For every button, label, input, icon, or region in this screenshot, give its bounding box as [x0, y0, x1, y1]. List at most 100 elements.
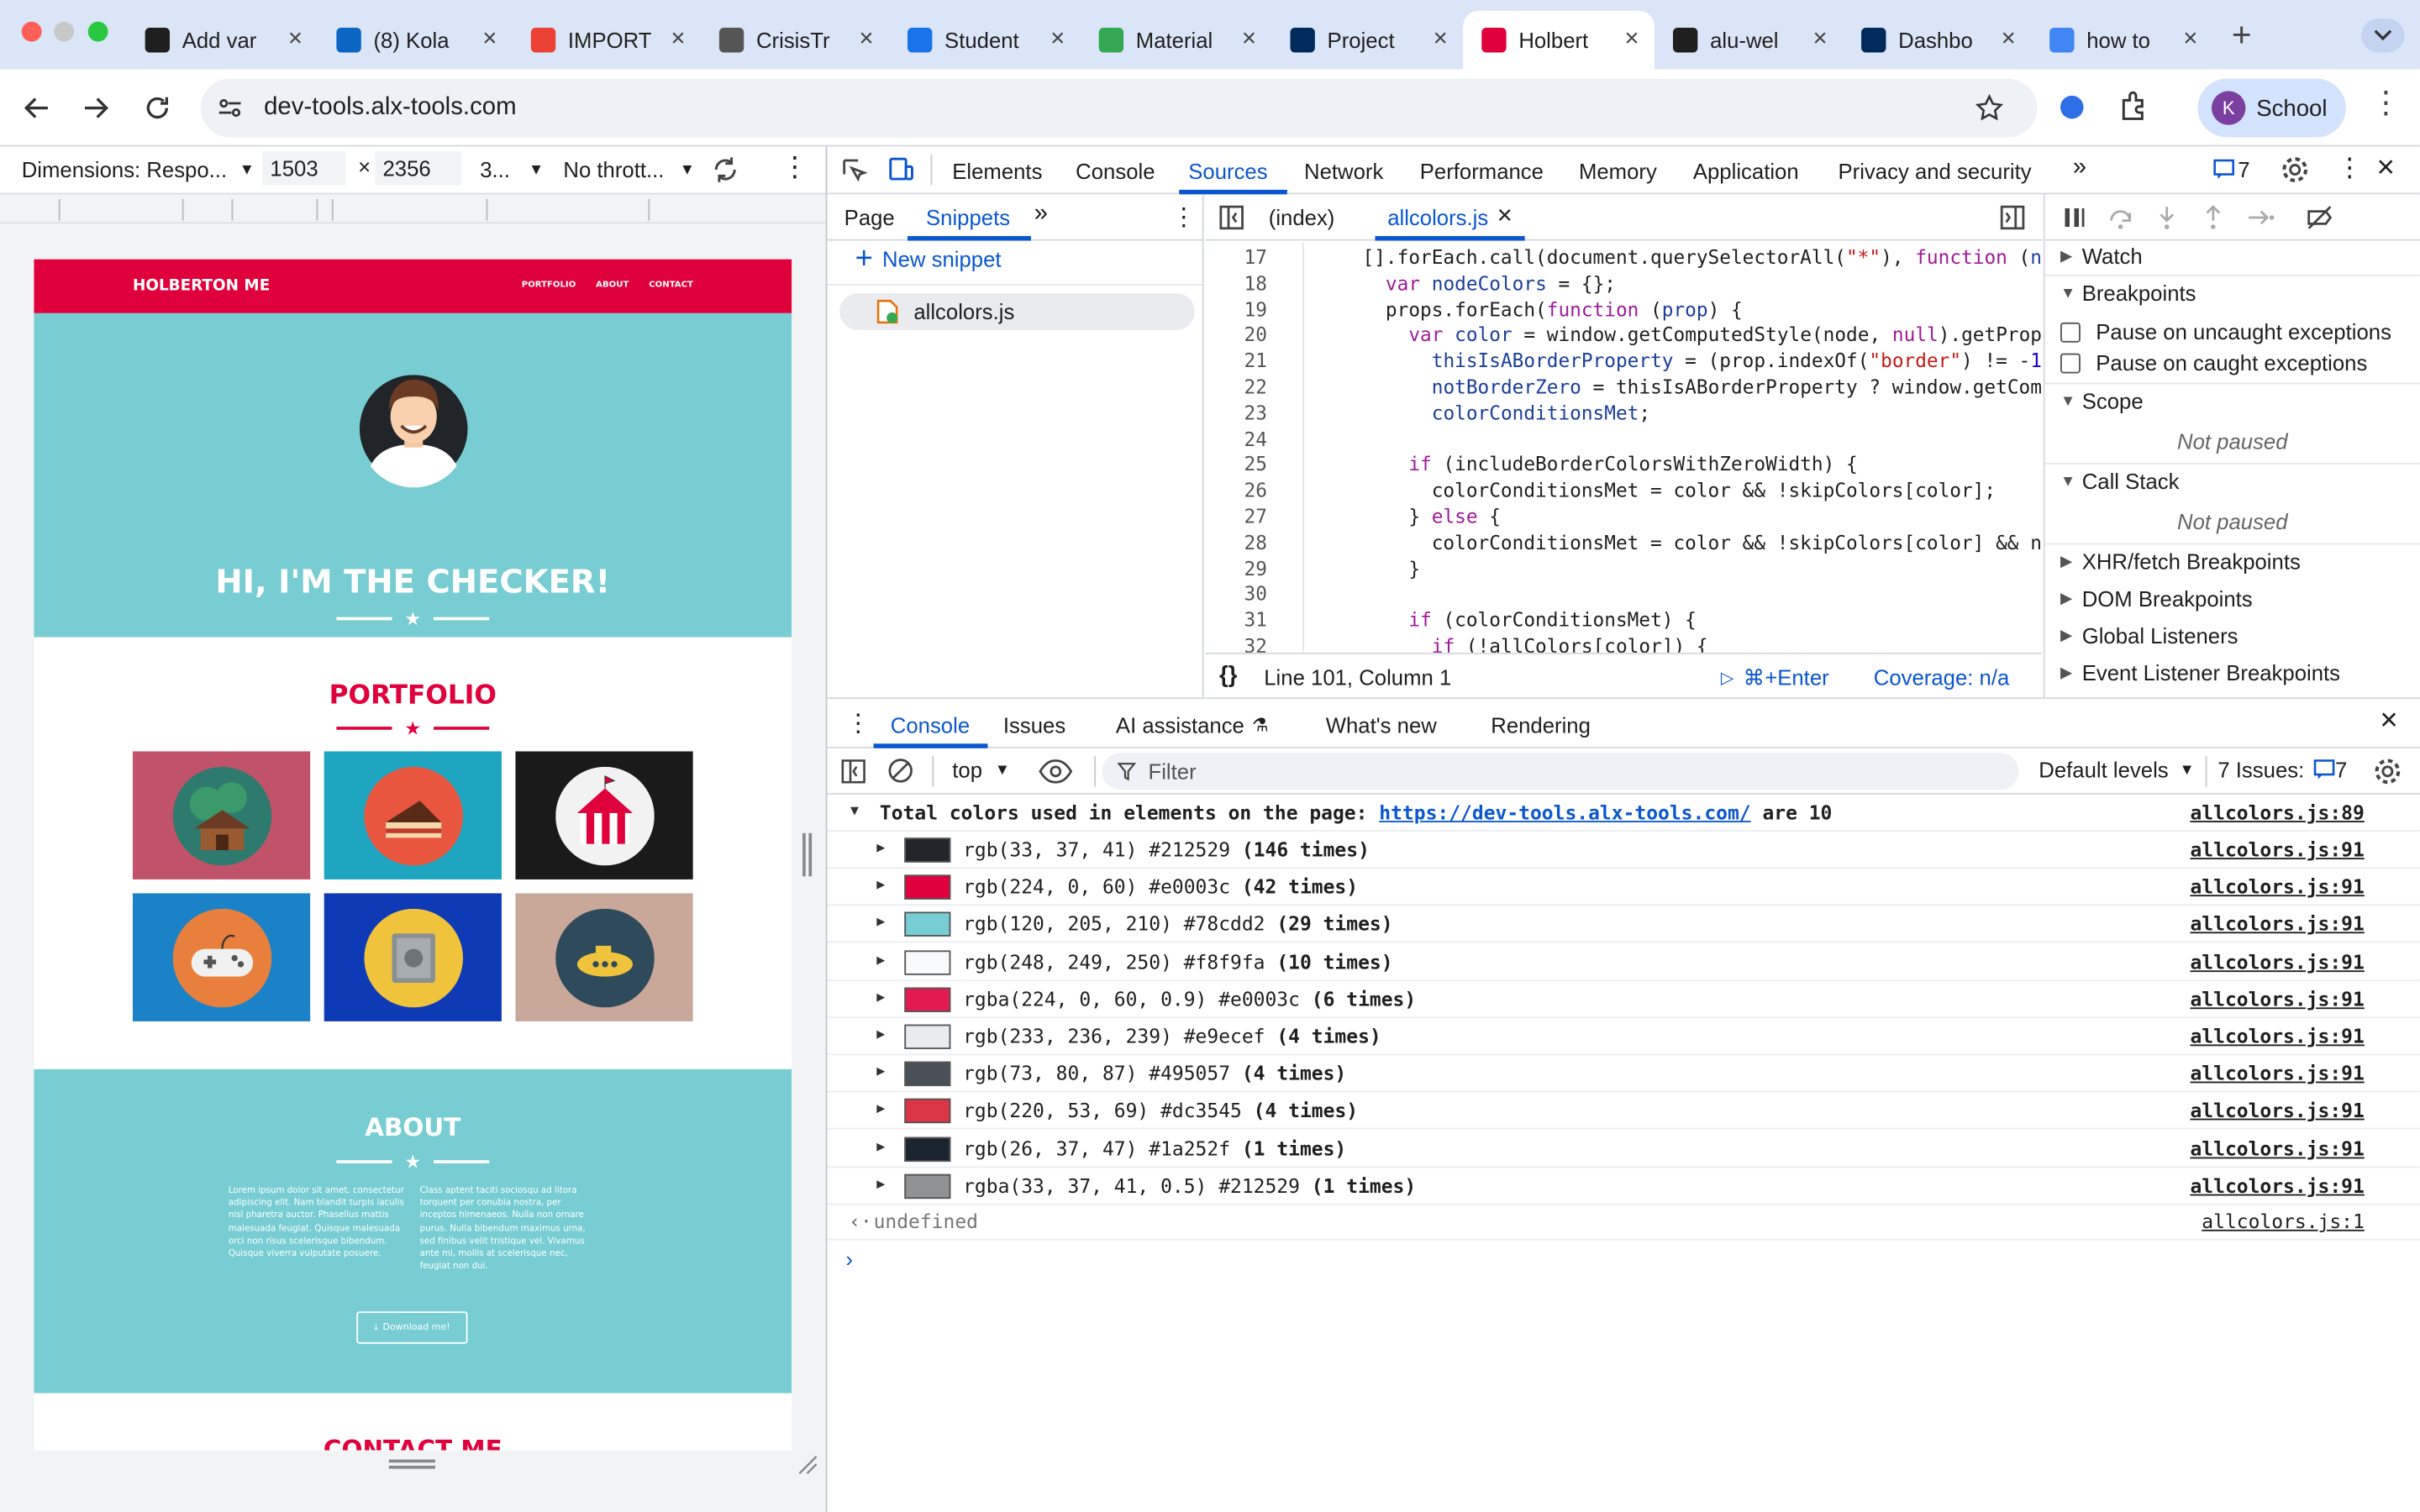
drawer-menu-button[interactable]: ⋮ — [846, 708, 871, 739]
line-number[interactable]: 24 — [1205, 427, 1267, 450]
close-tab-icon[interactable]: × — [1242, 26, 1256, 54]
step-into-icon[interactable] — [2153, 203, 2181, 231]
line-number[interactable]: 23 — [1205, 401, 1267, 424]
tab-application[interactable]: Application — [1693, 159, 1799, 183]
source-link[interactable]: allcolors.js:91 — [2190, 1099, 2364, 1122]
drawer-tab-rendering[interactable]: Rendering — [1491, 713, 1591, 738]
drawer-tab-whats-new[interactable]: What's new — [1326, 713, 1437, 738]
triangle-right-icon[interactable]: ▶ — [876, 878, 885, 893]
tab-memory[interactable]: Memory — [1579, 159, 1657, 183]
more-nav-tabs-icon[interactable]: » — [1034, 201, 1048, 228]
tab-elements[interactable]: Elements — [952, 159, 1042, 183]
color-log-row[interactable]: ▶ rgb(248, 249, 250) #f8f9fa (10 times) al… — [827, 943, 2420, 981]
line-number[interactable]: 30 — [1205, 582, 1267, 606]
toggle-debugger-icon[interactable] — [1999, 203, 2027, 231]
code-line[interactable]: 27 } else { — [1205, 505, 2041, 531]
snippet-file-item[interactable]: allcolors.js — [839, 292, 1195, 331]
devtools-menu-button[interactable]: ⋮ — [2337, 154, 2363, 182]
triangle-right-icon[interactable]: ▶ — [876, 841, 885, 856]
line-number[interactable]: 22 — [1205, 375, 1267, 398]
event-listener-breakpoints-section[interactable]: ▶ Event Listener Breakpoints — [2060, 660, 2340, 685]
portfolio-item-circus[interactable] — [515, 751, 693, 879]
call-stack-section[interactable]: ▼ Call Stack — [2060, 469, 2179, 493]
global-listeners-section[interactable]: ▶ Global Listeners — [2060, 623, 2238, 648]
site-nav-contact[interactable]: CONTACT — [649, 281, 693, 290]
color-log-row[interactable]: ▶ rgb(33, 37, 41) #212529 (146 times) allc… — [827, 832, 2420, 869]
portfolio-item-cake[interactable] — [324, 751, 502, 879]
close-tab-icon[interactable]: × — [1050, 26, 1065, 54]
code-line[interactable]: 17 [].forEach.call(document.querySelecto… — [1205, 245, 2042, 271]
pause-uncaught-option[interactable]: Pause on uncaught exceptions — [2060, 319, 2391, 344]
checkbox[interactable] — [2060, 352, 2081, 373]
console-issues-counter[interactable]: 7 Issues: 7 — [2217, 758, 2347, 782]
summary-source-link[interactable]: allcolors.js:89 — [2190, 801, 2364, 824]
site-settings-icon[interactable] — [218, 96, 242, 120]
drawer-tab-console[interactable]: Console — [891, 713, 970, 738]
new-snippet-button[interactable]: + New snippet — [855, 244, 1002, 275]
color-log-row[interactable]: ▶ rgba(33, 37, 41, 0.5) #212529 (1 times)… — [827, 1168, 2420, 1205]
line-number[interactable]: 31 — [1205, 608, 1267, 632]
code-line[interactable]: 20 var color = window.getComputedStyle(n… — [1205, 323, 2042, 349]
browser-tab[interactable]: Add var × — [127, 11, 318, 70]
code-line[interactable]: 26 colorConditionsMet = color && !skipCo… — [1205, 479, 2041, 505]
browser-menu-button[interactable]: ⋮ — [2370, 88, 2402, 119]
coverage-status[interactable]: Coverage: n/a — [1874, 665, 2010, 690]
portfolio-item-cabin[interactable] — [132, 751, 311, 879]
triangle-right-icon[interactable]: ▶ — [876, 1102, 885, 1117]
undefined-source-link[interactable]: allcolors.js:1 — [2202, 1210, 2365, 1233]
step-over-icon[interactable] — [2107, 203, 2134, 231]
step-out-icon[interactable] — [2199, 203, 2227, 231]
close-devtools-button[interactable]: × — [2377, 151, 2395, 186]
sidebar-toggle-icon[interactable] — [841, 759, 865, 784]
code-line[interactable]: 32 if (!allColors[color]) { — [1205, 634, 2041, 653]
toggle-navigator-icon[interactable] — [1218, 203, 1245, 231]
tab-sources[interactable]: Sources — [1188, 159, 1267, 183]
browser-tab[interactable]: Dashbo × — [1843, 11, 2031, 70]
browser-tab[interactable]: IMPORT × — [513, 11, 701, 70]
close-tab-icon[interactable]: × — [1497, 201, 1512, 232]
line-number[interactable]: 27 — [1205, 505, 1267, 528]
source-link[interactable]: allcolors.js:91 — [2190, 1062, 2364, 1085]
xhr-breakpoints-section[interactable]: ▶ XHR/fetch Breakpoints — [2060, 549, 2301, 574]
source-link[interactable]: allcolors.js:91 — [2190, 1173, 2364, 1197]
site-nav-about[interactable]: ABOUT — [596, 281, 629, 290]
close-tab-icon[interactable]: × — [482, 26, 497, 54]
code-area[interactable]: 17 [].forEach.call(document.querySelecto… — [1205, 242, 2042, 653]
tab-allcolors[interactable]: allcolors.js — [1387, 205, 1488, 229]
triangle-right-icon[interactable]: ▶ — [876, 1177, 885, 1192]
browser-tab[interactable]: Student × — [889, 11, 1081, 70]
tab-search-button[interactable] — [2361, 18, 2405, 53]
browser-tab[interactable]: alu-wel × — [1655, 11, 1843, 70]
run-snippet-button[interactable]: ▷ ⌘+Enter — [1721, 665, 1829, 691]
extension-dot-icon[interactable] — [2060, 95, 2084, 119]
drawer-tab-issues[interactable]: Issues — [1003, 713, 1065, 738]
close-tab-icon[interactable]: × — [1624, 26, 1639, 54]
summary-link[interactable]: https://dev-tools.alx-tools.com/ — [1379, 801, 1750, 824]
code-line[interactable]: 30 — [1205, 582, 2041, 608]
zoom-select[interactable]: 3... ▼ — [480, 157, 544, 181]
pause-caught-option[interactable]: Pause on caught exceptions — [2060, 350, 2367, 375]
tab-index[interactable]: (index) — [1269, 205, 1335, 229]
tab-page[interactable]: Page — [844, 205, 895, 229]
browser-tab[interactable]: how to × — [2031, 11, 2213, 70]
code-line[interactable]: 18 var nodeColors = {}; — [1205, 271, 2041, 297]
triangle-right-icon[interactable]: ▶ — [876, 1140, 885, 1155]
media-query-bar[interactable] — [0, 192, 826, 224]
gear-icon[interactable] — [2281, 156, 2309, 184]
bookmark-star-icon[interactable] — [1975, 94, 2004, 122]
checkbox[interactable] — [2060, 321, 2081, 342]
viewport-resize-handle[interactable] — [802, 832, 813, 877]
close-tab-icon[interactable]: × — [1434, 26, 1448, 54]
console-summary-row[interactable]: ▼ Total colors used in elements on the p… — [827, 795, 2420, 832]
color-log-row[interactable]: ▶ rgb(233, 236, 239) #e9ecef (4 times) all… — [827, 1018, 2420, 1056]
viewport-bottom-handle[interactable] — [388, 1459, 435, 1469]
triangle-right-icon[interactable]: ▶ — [876, 953, 885, 968]
navigator-menu-button[interactable]: ⋮ — [1171, 202, 1196, 234]
issues-counter[interactable]: 7 — [2213, 157, 2250, 182]
address-bar[interactable]: dev-tools.alx-tools.com — [200, 78, 2038, 138]
browser-tab[interactable]: CrisisTr × — [701, 11, 889, 70]
log-levels-select[interactable]: Default levels ▼ — [2039, 758, 2194, 782]
source-link[interactable]: allcolors.js:91 — [2190, 912, 2364, 936]
tab-network[interactable]: Network — [1304, 159, 1383, 183]
line-number[interactable]: 25 — [1205, 453, 1267, 476]
